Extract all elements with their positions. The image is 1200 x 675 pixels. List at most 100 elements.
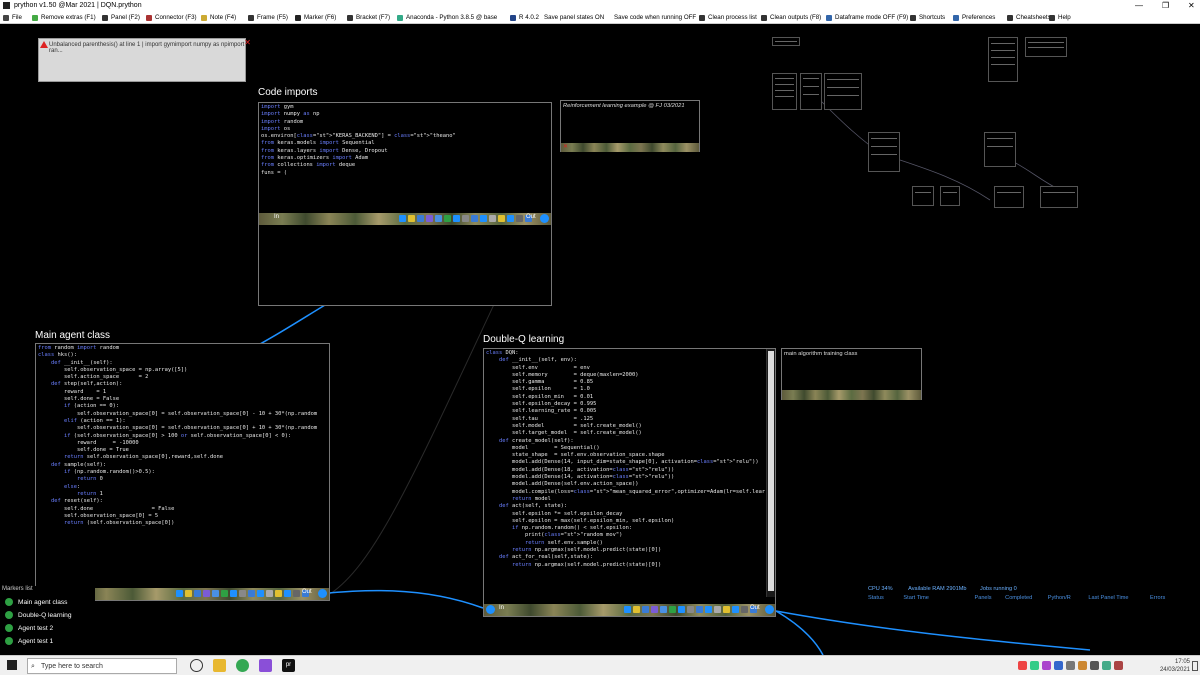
code-line[interactable]: self.learning_rate = 0.005	[486, 408, 765, 415]
mini-panel[interactable]	[912, 186, 934, 206]
code-line[interactable]: return 0	[38, 476, 329, 483]
code-line[interactable]: self.action_space = 2	[38, 374, 329, 381]
panel-action-icon[interactable]	[399, 215, 406, 222]
panel-action-icon[interactable]	[651, 606, 658, 613]
panel-action-icon[interactable]	[176, 590, 183, 597]
toolbar-item-shortcuts[interactable]: Shortcuts	[910, 11, 945, 24]
mini-panel[interactable]	[1025, 37, 1067, 57]
panel-action-icon[interactable]	[471, 215, 478, 222]
code-line[interactable]: self.model = self.create_model()	[486, 423, 765, 430]
panel-action-icon[interactable]	[417, 215, 424, 222]
code-line[interactable]: self.epsilon_decay = 0.995	[486, 401, 765, 408]
panel-action-icon[interactable]	[212, 590, 219, 597]
code-line[interactable]: self.env = env	[486, 365, 765, 372]
code-line[interactable]: return model	[486, 496, 765, 503]
panel-action-icon[interactable]	[498, 215, 505, 222]
task-view-icon[interactable]	[190, 659, 203, 672]
panel-action-icon[interactable]	[669, 606, 676, 613]
tray-icon[interactable]	[1066, 661, 1075, 670]
visual-studio-icon[interactable]	[259, 659, 272, 672]
panel-action-icon[interactable]	[732, 606, 739, 613]
note-training-class[interactable]: main algorithm training class	[781, 348, 922, 400]
panel-action-icon[interactable]	[642, 606, 649, 613]
tray-icon[interactable]	[1030, 661, 1039, 670]
code-line[interactable]: if (action == 0):	[38, 403, 329, 410]
mini-panel[interactable]	[940, 186, 960, 206]
mini-panel[interactable]	[772, 37, 800, 46]
code-line[interactable]: return np.argmax(self.model.predict(stat…	[486, 547, 765, 554]
code-line[interactable]: self.epsilon_min = 0.01	[486, 394, 765, 401]
mini-panel[interactable]	[868, 132, 900, 172]
tray-icon[interactable]	[1102, 661, 1111, 670]
code-line[interactable]: if (np.random.random()>0.5):	[38, 469, 329, 476]
code-editor-dqn[interactable]: class DQN: def __init__(self, env): self…	[484, 349, 765, 597]
mini-panel[interactable]	[824, 73, 862, 110]
mini-panel[interactable]	[984, 132, 1016, 167]
code-line[interactable]: print(class="st">"random mov")	[486, 532, 765, 539]
code-line[interactable]: self.memory = deque(maxlen=2000)	[486, 372, 765, 379]
code-line[interactable]: import numpy as np	[261, 111, 551, 118]
minimize-button[interactable]: —	[1135, 0, 1143, 11]
code-line[interactable]: return np.argmax(self.model.predict(stat…	[486, 562, 765, 569]
marker-item[interactable]: Main agent class	[5, 598, 67, 606]
code-line[interactable]: self.gamma = 0.85	[486, 379, 765, 386]
tray-icon[interactable]	[1090, 661, 1099, 670]
run-button-icon[interactable]	[318, 589, 327, 598]
panel-action-icon[interactable]	[696, 606, 703, 613]
panel-action-icon[interactable]	[678, 606, 685, 613]
maximize-button[interactable]: ❐	[1162, 0, 1169, 11]
tray-icon[interactable]	[1054, 661, 1063, 670]
mini-panel[interactable]	[988, 37, 1018, 82]
panel-dqn[interactable]: class DQN: def __init__(self, env): self…	[483, 348, 776, 617]
panel-action-icon[interactable]	[293, 590, 300, 597]
code-line[interactable]: model.add(Dense(self.env.action_space))	[486, 481, 765, 488]
code-line[interactable]: import gym	[261, 104, 551, 111]
panel-action-icon[interactable]	[507, 215, 514, 222]
panel-action-icon[interactable]	[275, 590, 282, 597]
code-line[interactable]: import os	[261, 126, 551, 133]
panel-action-icon[interactable]	[480, 215, 487, 222]
toolbar-item-file[interactable]: File	[3, 11, 22, 24]
code-line[interactable]: self.done = False	[38, 396, 329, 403]
panel-action-icon[interactable]	[435, 215, 442, 222]
toolbar-item-panel[interactable]: Panel (F2)	[102, 11, 140, 24]
panel-action-icon[interactable]	[239, 590, 246, 597]
toolbar-item-clean-outputs[interactable]: Clean outputs (F8)	[761, 11, 821, 24]
marker-item[interactable]: Agent test 2	[5, 624, 53, 632]
panel-action-icon[interactable]	[714, 606, 721, 613]
panel-action-icon[interactable]	[741, 606, 748, 613]
tray-icon[interactable]	[1018, 661, 1027, 670]
toolbar-item-connector[interactable]: Connector (F3)	[146, 11, 197, 24]
panel-action-icon[interactable]	[489, 215, 496, 222]
code-line[interactable]: def sample(self):	[38, 462, 329, 469]
tray-icon[interactable]	[1042, 661, 1051, 670]
panel-agent[interactable]: from random import random class hks(): de…	[35, 343, 330, 601]
toolbar-item-option-11[interactable]: Save code when running OFF	[614, 11, 696, 24]
code-line[interactable]: self.observation_space[0] = self.observa…	[38, 411, 329, 418]
code-line[interactable]: from keras.layers import Dense, Dropout	[261, 148, 551, 155]
panel-action-icon[interactable]	[266, 590, 273, 597]
panel-action-icon[interactable]	[444, 215, 451, 222]
code-line[interactable]: def reset(self):	[38, 498, 329, 505]
toolbar-item-cheatsheets[interactable]: Cheatsheets	[1007, 11, 1051, 24]
taskbar-search[interactable]: ⌕ Type here to search	[27, 658, 177, 674]
code-line[interactable]: def create_model(self):	[486, 438, 765, 445]
code-line[interactable]: class hks():	[38, 352, 329, 359]
code-line[interactable]: return (self.observation_space[0])	[38, 520, 329, 527]
code-line[interactable]: def __init__(self, env):	[486, 357, 765, 364]
toolbar-item-frame[interactable]: Frame (F5)	[248, 11, 288, 24]
code-line[interactable]: return self.env.sample()	[486, 540, 765, 547]
run-button-icon[interactable]	[540, 214, 549, 223]
panel-action-icon[interactable]	[257, 590, 264, 597]
panel-action-icon[interactable]	[230, 590, 237, 597]
code-line[interactable]: self.epsilon *= self.epsilon_decay	[486, 511, 765, 518]
close-icon[interactable]: ✕	[244, 38, 251, 47]
panel-action-icon[interactable]	[221, 590, 228, 597]
code-line[interactable]: reward = -10000	[38, 440, 329, 447]
mini-panel[interactable]	[1040, 186, 1078, 208]
code-line[interactable]: self.target_model = self.create_model()	[486, 430, 765, 437]
panel-action-icon[interactable]	[203, 590, 210, 597]
code-line[interactable]: return self.observation_space[0],reward,…	[38, 454, 329, 461]
note-rl-example[interactable]: Reinforcement learning example @ FJ 03/2…	[560, 100, 700, 152]
toolbar-item-option-10[interactable]: Save panel states ON	[544, 11, 604, 24]
